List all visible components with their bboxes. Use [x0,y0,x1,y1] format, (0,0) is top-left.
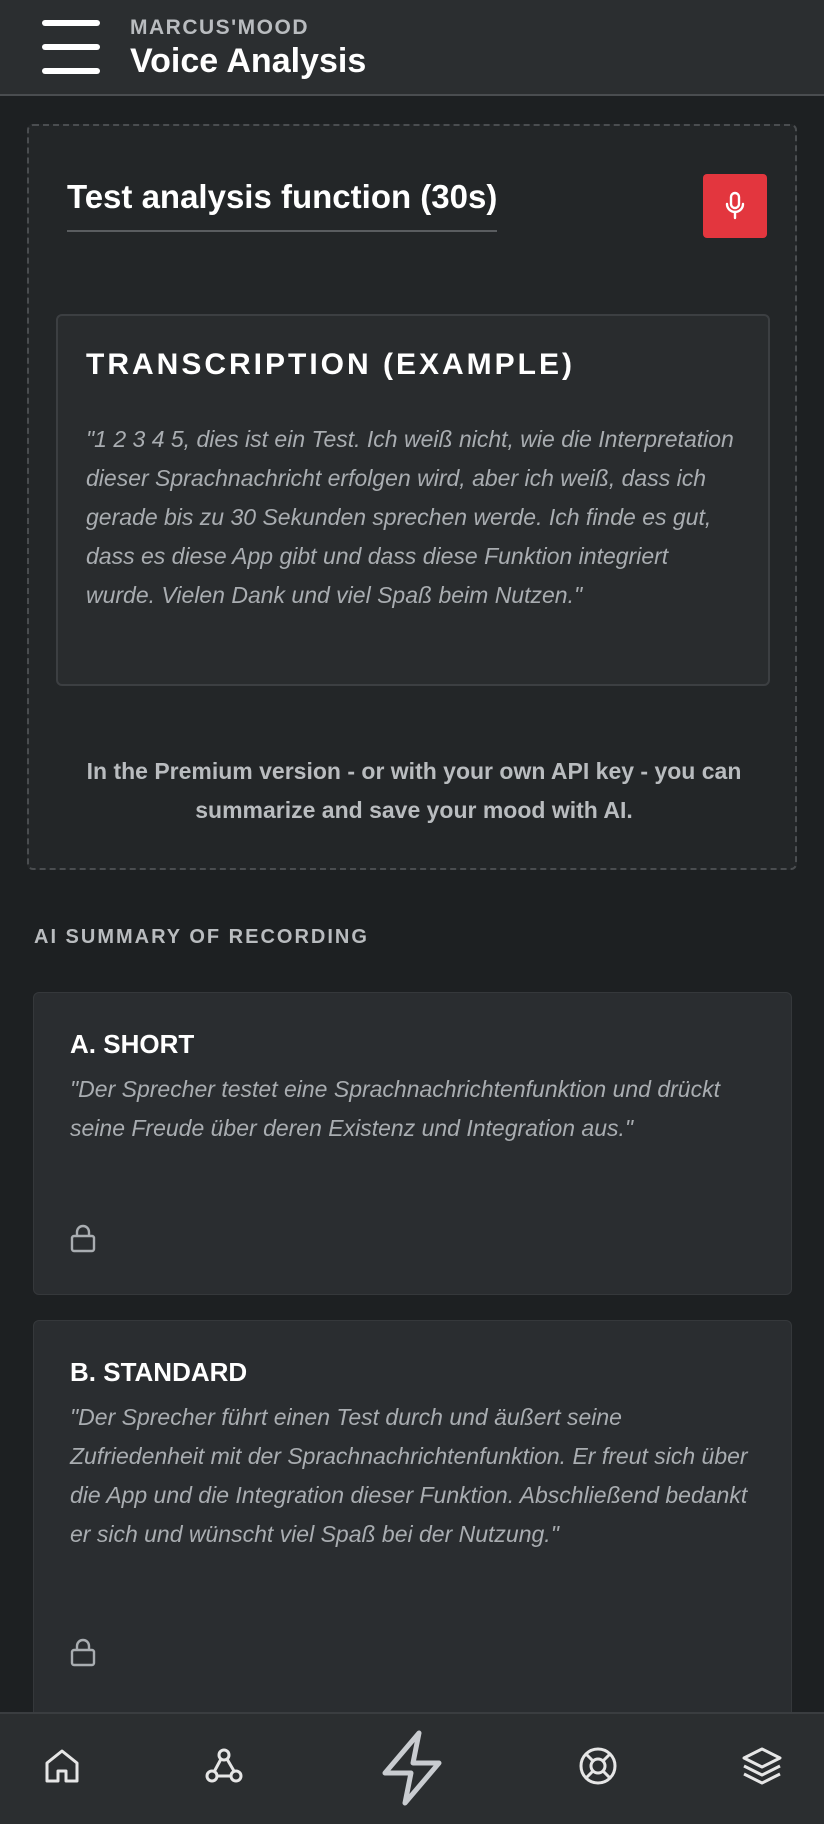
ai-summary-section-label: AI SUMMARY OF RECORDING [34,926,369,948]
layers-icon [742,1747,782,1785]
summary-card-short: A. SHORT "Der Sprecher testet eine Sprac… [33,992,792,1295]
summary-title: A. SHORT [70,1029,195,1059]
premium-note: In the Premium version - or with your ow… [86,758,742,823]
test-analysis-card: Test analysis function (30s) TRANSCRIPTI… [27,124,797,870]
summary-card-standard: B. STANDARD "Der Sprecher führt einen Te… [33,1320,792,1720]
home-icon [45,1749,79,1783]
nav-home[interactable] [40,1744,84,1788]
webhook-icon [205,1748,243,1783]
brand-name: MARCUS'MOOD [130,16,309,39]
summary-title: B. STANDARD [70,1357,248,1387]
lifebuoy-icon [579,1747,617,1785]
lock-icon [70,1224,96,1253]
transcription-text: "1 2 3 4 5, dies ist ein Test. Ich weiß … [86,426,734,608]
app-header: MARCUS'MOOD Voice Analysis [0,0,824,96]
summary-text: "Der Sprecher führt einen Test durch und… [70,1404,748,1547]
nav-layers[interactable] [740,1744,784,1788]
hamburger-menu-icon[interactable] [42,20,100,74]
record-button[interactable] [703,174,767,238]
nav-lightning[interactable] [374,1728,450,1808]
nav-support[interactable] [576,1744,620,1788]
summary-text: "Der Sprecher testet eine Sprachnachrich… [70,1076,720,1141]
transcription-heading: TRANSCRIPTION (EXAMPLE) [86,348,575,381]
transcription-box: TRANSCRIPTION (EXAMPLE) "1 2 3 4 5, dies… [56,314,770,686]
nav-webhook[interactable] [202,1744,246,1788]
lock-icon [70,1638,96,1667]
microphone-icon [725,191,745,220]
test-analysis-title: Test analysis function (30s) [67,178,498,232]
page-title: Voice Analysis [130,42,367,80]
lightning-icon [382,1730,442,1806]
bottom-navigation [0,1712,824,1824]
